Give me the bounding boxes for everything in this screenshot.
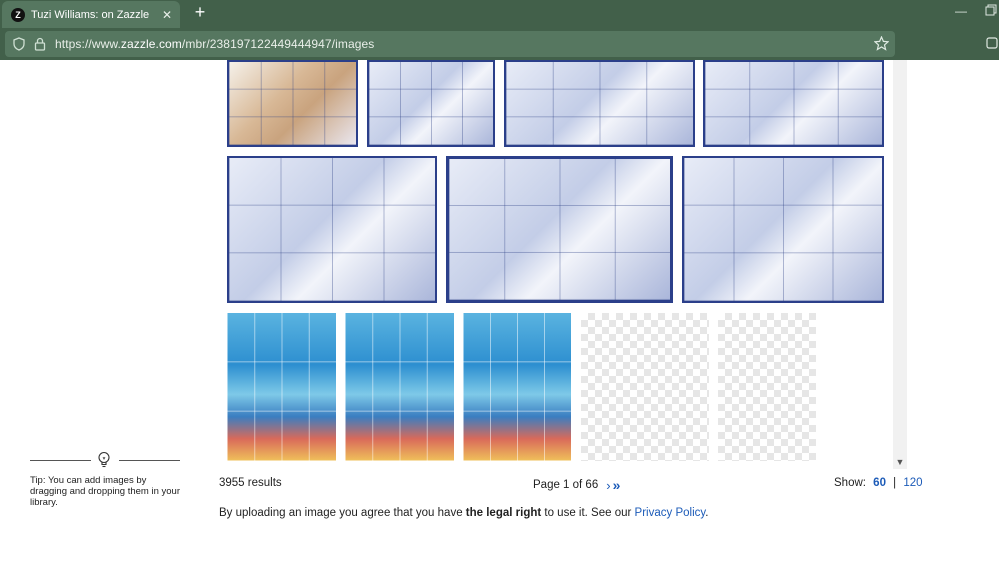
bookmark-star-icon[interactable] [874, 36, 889, 51]
minimize-window-icon[interactable]: — [955, 4, 967, 18]
gallery-image-kitten-tile[interactable] [504, 60, 695, 147]
tab-title: Tuzi Williams: on Zazzle [31, 8, 150, 21]
gallery-image-tropical-fish-tile-3[interactable] [463, 313, 571, 461]
divider [30, 460, 91, 461]
lock-icon[interactable] [34, 37, 46, 51]
show-separator: | [893, 477, 897, 489]
gallery-image-tropical-fish-tile-2[interactable] [345, 313, 454, 461]
last-page-icon[interactable]: » [613, 477, 621, 493]
disclaimer-period: . [705, 507, 709, 519]
browser-tab[interactable]: Z Tuzi Williams: on Zazzle ✕ [2, 1, 180, 28]
pagination: Page 1 of 66 › » [533, 477, 620, 493]
next-page-icon[interactable]: › [606, 478, 610, 493]
restore-window-icon[interactable] [985, 4, 997, 19]
page-indicator: Page 1 of 66 [533, 479, 599, 491]
gallery-image-transparent-tile-1[interactable] [581, 313, 709, 461]
gallery-image-koi-pair-tile[interactable] [227, 156, 437, 303]
zazzle-favicon-icon: Z [11, 7, 25, 22]
legal-disclaimer: By uploading an image you agree that you… [219, 507, 708, 519]
gallery-image-puppy-tile[interactable] [367, 60, 495, 147]
page-size-selector: Show: 60 | 120 [834, 477, 923, 489]
show-label: Show: [834, 477, 866, 489]
new-tab-button[interactable]: + [190, 3, 210, 23]
page-content: ▼ Tip: You can add images by dragging an… [0, 60, 999, 574]
extensions-icon[interactable] [985, 36, 999, 50]
show-60-option[interactable]: 60 [873, 477, 886, 489]
close-tab-icon[interactable]: ✕ [158, 8, 176, 22]
gallery-image-tropical-fish-tile-1[interactable] [227, 313, 336, 461]
gallery-image-koi-fish-tile[interactable] [703, 60, 884, 147]
disclaimer-text: By uploading an image you agree that you… [219, 507, 466, 519]
gallery-image-rabbit-tile[interactable] [227, 60, 358, 147]
browser-nav-bar: https://www.zazzle.com/mbr/2381971224494… [0, 28, 999, 60]
address-bar[interactable]: https://www.zazzle.com/mbr/2381971224494… [5, 31, 895, 57]
divider [119, 460, 180, 461]
results-count: 3955 results [219, 477, 282, 489]
gallery-image-transparent-tile-2[interactable] [718, 313, 816, 461]
lightbulb-icon [98, 451, 110, 468]
url-text: https://www.zazzle.com/mbr/2381971224494… [55, 37, 375, 51]
tip-text: Tip: You can add images by dragging and … [30, 475, 180, 508]
show-120-option[interactable]: 120 [903, 477, 922, 489]
gallery-image-cow-tile[interactable] [682, 156, 884, 303]
browser-tab-bar: Z Tuzi Williams: on Zazzle ✕ + — [0, 0, 999, 28]
gallery-scrollbar[interactable]: ▼ [893, 60, 907, 469]
scroll-down-icon[interactable]: ▼ [893, 455, 907, 469]
tracking-shield-icon[interactable] [12, 37, 26, 51]
disclaimer-bold: the legal right [465, 507, 542, 519]
gallery-image-kittens-window-tile[interactable] [446, 156, 673, 303]
disclaimer-text-2: to use it. See our [541, 507, 635, 519]
privacy-policy-link[interactable]: Privacy Policy [635, 507, 706, 519]
